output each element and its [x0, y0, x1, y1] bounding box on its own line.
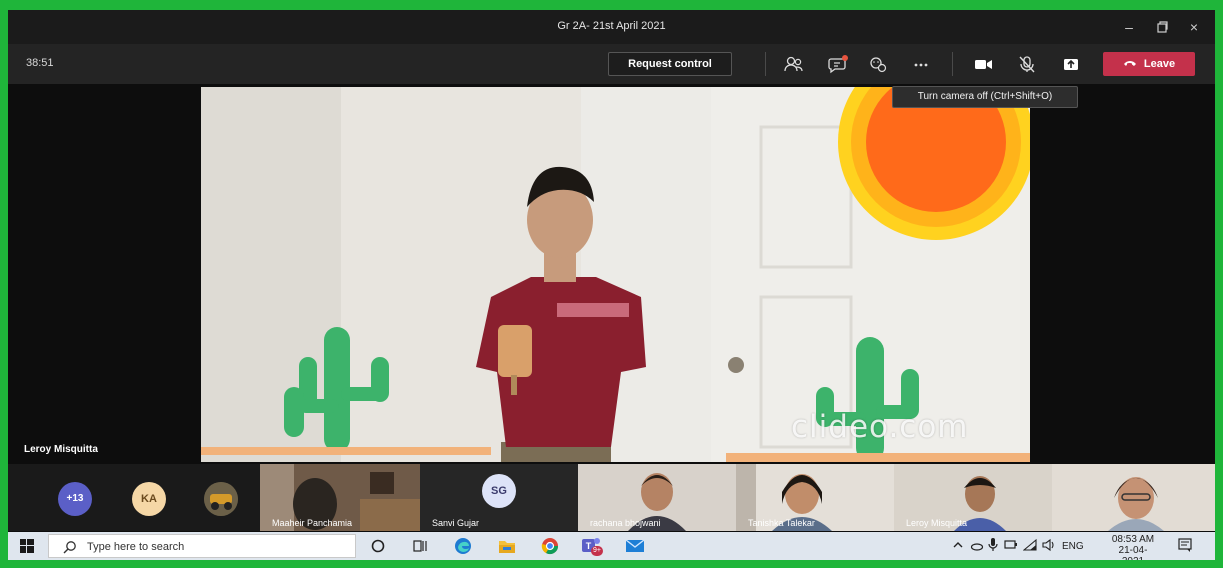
- participants-icon[interactable]: [781, 52, 807, 76]
- teams-icon[interactable]: T 9+: [581, 535, 607, 559]
- reactions-icon[interactable]: [865, 52, 891, 76]
- taskbar-clock[interactable]: 08:53 AM 21-04-2021: [1109, 534, 1157, 560]
- participant-video-tile[interactable]: Tanishka Talekar: [736, 464, 894, 531]
- mail-icon[interactable]: [625, 538, 645, 559]
- leave-button[interactable]: Leave: [1103, 52, 1195, 76]
- notifications-icon[interactable]: [1177, 537, 1193, 556]
- close-icon[interactable]: ×: [1178, 16, 1210, 38]
- leave-label: Leave: [1143, 58, 1176, 70]
- participant-name: Leroy Misquitta: [906, 518, 968, 528]
- restore-icon[interactable]: [1146, 16, 1178, 38]
- clock-time: 08:53 AM: [1111, 534, 1155, 545]
- participant-video-tile[interactable]: Maaheir Panchamia: [260, 464, 420, 531]
- search-icon: [63, 541, 76, 554]
- title-bar: Gr 2A- 21st April 2021 – ×: [8, 10, 1215, 44]
- participant-video-tile[interactable]: rachana bhojwani: [578, 464, 736, 531]
- phone-hangup-icon: [1123, 61, 1136, 66]
- participant-name: rachana bhojwani: [590, 518, 661, 528]
- language-indicator[interactable]: ENG: [1062, 541, 1084, 552]
- windows-start-icon[interactable]: [20, 539, 34, 558]
- meeting-toolbar: 38:51 Request control Leave: [8, 44, 1215, 84]
- taskbar-search-box[interactable]: Type here to search: [48, 534, 356, 558]
- chat-icon[interactable]: [825, 52, 851, 76]
- participant-name: Tanishka Talekar: [748, 518, 815, 528]
- participant-name: Sanvi Gujar: [432, 518, 480, 528]
- avatar[interactable]: KA: [132, 482, 166, 516]
- main-video-feed: clideo.com: [201, 87, 1030, 462]
- participant-video-tile[interactable]: [1052, 464, 1215, 531]
- teams-meeting-window: Gr 2A- 21st April 2021 – × 38:51 Request…: [8, 10, 1215, 560]
- video-frame-illustration: [201, 87, 1030, 462]
- request-control-button[interactable]: Request control: [608, 52, 732, 76]
- participant-video-tile[interactable]: Leroy Misquitta: [894, 464, 1052, 531]
- task-view-icon[interactable]: [412, 538, 428, 559]
- participants-strip: +13 KA Maaheir Panchamia SG Sanvi Gujar …: [8, 464, 1215, 531]
- clideo-watermark: clideo.com: [791, 409, 969, 445]
- meeting-title: Gr 2A- 21st April 2021: [557, 20, 666, 32]
- speaker-name: Leroy Misquitta: [24, 444, 98, 455]
- camera-icon[interactable]: [970, 52, 996, 76]
- windows-taskbar: Type here to search T 9+ ENG 08:53 AM 21…: [8, 532, 1215, 560]
- show-hidden-icons-icon[interactable]: [952, 538, 964, 555]
- clock-date: 21-04-2021: [1118, 545, 1148, 560]
- camera-tooltip: Turn camera off (Ctrl+Shift+O): [892, 86, 1078, 108]
- microphone-muted-icon[interactable]: [1014, 52, 1040, 76]
- participant-tile[interactable]: SG Sanvi Gujar: [420, 464, 578, 531]
- cloud-icon[interactable]: [970, 538, 984, 555]
- more-options-icon[interactable]: [908, 52, 934, 76]
- overflow-participants-avatar[interactable]: +13: [58, 482, 92, 516]
- avatar-photo[interactable]: [204, 482, 238, 516]
- toolbar-divider: [765, 52, 766, 76]
- volume-icon[interactable]: [1041, 538, 1057, 555]
- microphone-icon[interactable]: [988, 537, 998, 556]
- file-explorer-icon[interactable]: [498, 537, 516, 560]
- edge-browser-icon[interactable]: [454, 537, 472, 560]
- wifi-icon[interactable]: [1022, 538, 1037, 555]
- meeting-timer: 38:51: [26, 57, 54, 69]
- toolbar-divider: [952, 52, 953, 76]
- avatar: SG: [482, 474, 516, 508]
- cortana-icon[interactable]: [370, 538, 386, 559]
- chrome-icon[interactable]: [541, 537, 559, 560]
- battery-icon[interactable]: [1004, 539, 1018, 554]
- search-placeholder: Type here to search: [87, 541, 185, 553]
- participant-name: Maaheir Panchamia: [272, 518, 353, 528]
- share-screen-icon[interactable]: [1058, 52, 1084, 76]
- minimize-icon[interactable]: –: [1113, 16, 1145, 38]
- teams-notification-badge: 9+: [591, 546, 603, 556]
